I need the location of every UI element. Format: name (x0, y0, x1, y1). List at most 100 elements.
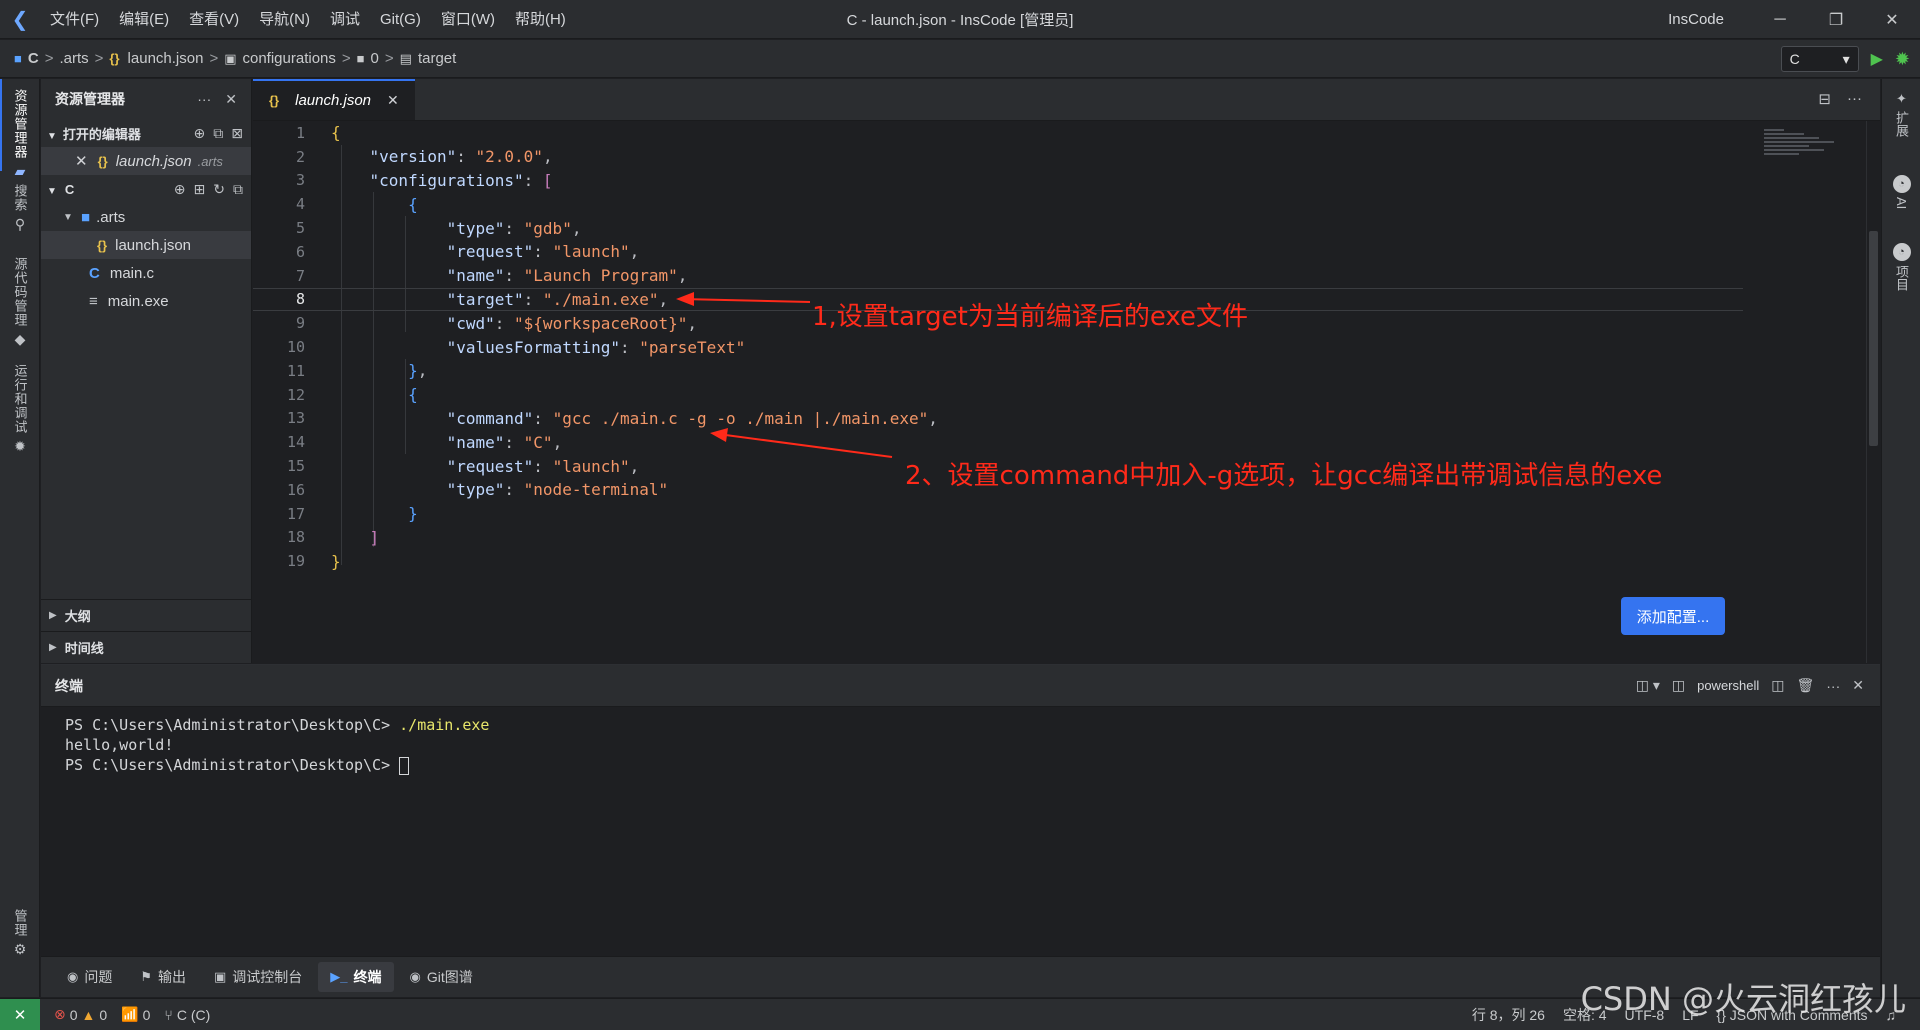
code-editor[interactable]: 1{ 2 "version": "2.0.0", 3 "configuratio… (253, 121, 1813, 663)
save-all-icon[interactable]: ⧉ (213, 125, 223, 142)
menu-file[interactable]: 文件(F) (40, 0, 109, 39)
close-all-icon[interactable]: ⊠ (231, 125, 243, 142)
right-project[interactable]: ◔ 项目 (1882, 243, 1920, 291)
tab-git-graph[interactable]: ◉ Git图谱 (398, 962, 485, 992)
notifications-icon[interactable]: ♫ (1886, 1007, 1897, 1023)
remote-icon[interactable]: ✕ (0, 998, 40, 1030)
menu-navigate[interactable]: 导航(N) (249, 0, 320, 39)
json-icon: {} (97, 153, 108, 169)
debug-bug-icon[interactable]: ✹ (1895, 49, 1910, 70)
activity-scm[interactable]: 源代码管理 ◆ (0, 257, 40, 348)
editor-scrollbar[interactable] (1866, 121, 1880, 663)
files-icon: ▰ (14, 163, 26, 179)
menu-view[interactable]: 查看(V) (179, 0, 249, 39)
menu-window[interactable]: 窗口(W) (431, 0, 505, 39)
status-language[interactable]: {} JSON with Comments (1717, 1007, 1868, 1023)
code-line: 19} (286, 551, 341, 571)
breadcrumb: ■ C > .arts > {} launch.json > ▣ configuration… (0, 40, 1920, 78)
restore-icon[interactable]: ❐ (1808, 0, 1864, 39)
crumb-root[interactable]: ■ C > (14, 50, 59, 67)
tree-folder-arts[interactable]: ▼ ■ .arts (41, 203, 251, 231)
run-config-select[interactable]: C ▾ (1780, 46, 1859, 72)
code-line: 12 { (286, 385, 418, 405)
status-spaces[interactable]: 空格: 4 (1563, 1005, 1607, 1025)
refresh-icon[interactable]: ↻ (213, 181, 225, 198)
tree-file-main-exe[interactable]: ≡ main.exe (41, 287, 251, 315)
status-encoding[interactable]: UTF-8 (1625, 1007, 1665, 1023)
source-control-icon: ◆ (14, 331, 26, 347)
right-ai[interactable]: ◔ AI (1882, 175, 1920, 209)
crumb-launch-json[interactable]: {} launch.json > (109, 50, 224, 67)
right-extensions[interactable]: ✦ 扩展 (1882, 91, 1920, 137)
explorer-panel: 资源管理器 ··· ✕ ▼ 打开的编辑器 ⊕ ⧉ ⊠ ✕ {} launch.json … (41, 79, 252, 663)
terminal-output[interactable]: PS C:\Users\Administrator\Desktop\C> ./m… (41, 707, 1880, 775)
tab-terminal[interactable]: ▶_ 终端 (318, 962, 394, 992)
crumb-index[interactable]: ■ 0 > (357, 50, 400, 67)
puzzle-icon: ✦ (1896, 91, 1907, 106)
tree-file-main-c[interactable]: C main.c (41, 259, 251, 287)
close-icon[interactable]: ✕ (75, 152, 88, 170)
close-icon[interactable]: ✕ (387, 92, 399, 109)
more-icon[interactable]: ··· (1826, 678, 1840, 694)
status-branch[interactable]: ⑂ C (C) (164, 1007, 210, 1023)
menu-debug[interactable]: 调试 (320, 0, 370, 39)
status-problems[interactable]: ⊗ 0 ▲ 0 (54, 1006, 107, 1023)
bug-icon: ✹ (14, 438, 26, 454)
menu-help[interactable]: 帮助(H) (505, 0, 576, 39)
editor-area: {} launch.json ✕ ⊟ ··· 1{ 2 "version": "… (253, 79, 1880, 663)
chevron-right-icon: ▶ (49, 610, 57, 621)
new-folder-icon[interactable]: ⊞ (194, 181, 206, 198)
code-line: 13 "command": "gcc ./main.c -g -o ./main… (286, 408, 938, 428)
code-line: 17 } (286, 504, 418, 524)
timeline-section[interactable]: ▶ 时间线 (41, 631, 252, 663)
chevron-down-icon: ▼ (47, 130, 57, 142)
status-position[interactable]: 行 8，列 26 (1472, 1005, 1545, 1025)
activity-manage[interactable]: 管理 ⚙ (0, 909, 40, 958)
code-line: 18 ] (286, 527, 380, 547)
brand-label[interactable]: InsCode (1668, 11, 1724, 28)
tab-launch-json[interactable]: {} launch.json ✕ (253, 79, 415, 120)
tab-debug-console[interactable]: ▣ 调试控制台 (202, 962, 314, 992)
status-eol[interactable]: LF (1682, 1007, 1698, 1023)
code-line: 3 "configurations": [ (295, 170, 553, 190)
open-editor-item[interactable]: ✕ {} launch.json .arts (41, 147, 251, 175)
crumb-target[interactable]: ▤ target (400, 50, 457, 67)
more-icon[interactable]: ··· (197, 91, 211, 108)
tab-output[interactable]: ⚑ 输出 (128, 962, 198, 992)
object-icon: ■ (356, 51, 365, 66)
menu-git[interactable]: Git(G) (370, 0, 431, 39)
minimap[interactable] (1764, 129, 1834, 179)
tab-problems[interactable]: ◉ 问题 (55, 962, 124, 992)
more-icon[interactable]: ··· (1847, 90, 1862, 108)
close-icon[interactable]: ✕ (1864, 0, 1920, 39)
close-icon[interactable]: ✕ (1852, 677, 1864, 694)
minimize-icon[interactable]: ─ (1752, 0, 1808, 39)
new-file-icon[interactable]: ⊕ (194, 125, 206, 142)
crumb-arts[interactable]: .arts > (59, 50, 109, 67)
add-configuration-button[interactable]: 添加配置... (1621, 597, 1725, 635)
trash-icon[interactable]: 🗑 (1796, 677, 1814, 694)
status-ports[interactable]: 📶 0 (121, 1006, 150, 1023)
problems-icon: ◉ (67, 969, 79, 984)
crumb-configurations[interactable]: ▣ configurations > (224, 50, 356, 67)
split-terminal-icon[interactable]: ◫ (1771, 677, 1784, 694)
outline-section[interactable]: ▶ 大纲 (41, 599, 252, 631)
collapse-icon[interactable]: ⧉ (233, 181, 243, 198)
tree-file-launch-json[interactable]: {} launch.json (41, 231, 251, 259)
activity-search[interactable]: 搜索 ⚲ (0, 184, 40, 233)
menu-edit[interactable]: 编辑(E) (109, 0, 179, 39)
close-icon[interactable]: ✕ (225, 91, 237, 108)
scrollbar-thumb[interactable] (1869, 231, 1878, 446)
shell-selector[interactable]: powershell (1697, 678, 1759, 693)
broadcast-icon: 📶 (121, 1006, 139, 1022)
activity-bar: 资源管理器 ▰ 搜索 ⚲ 源代码管理 ◆ 运行和调试 ✹ 管理 ⚙ (0, 79, 40, 997)
split-icon[interactable]: ◫ ▾ (1636, 677, 1660, 694)
activity-explorer[interactable]: 资源管理器 ▰ (0, 89, 40, 180)
workspace-root[interactable]: ▼ C ⊕ ⊞ ↻ ⧉ (41, 175, 251, 203)
warning-icon: ▲ (81, 1006, 96, 1023)
split-editor-icon[interactable]: ⊟ (1818, 90, 1831, 108)
run-icon[interactable]: ▶ (1871, 49, 1883, 69)
open-editors-section[interactable]: ▼ 打开的编辑器 ⊕ ⧉ ⊠ (41, 119, 251, 147)
activity-debug[interactable]: 运行和调试 ✹ (0, 364, 40, 455)
new-file-icon[interactable]: ⊕ (174, 181, 186, 198)
